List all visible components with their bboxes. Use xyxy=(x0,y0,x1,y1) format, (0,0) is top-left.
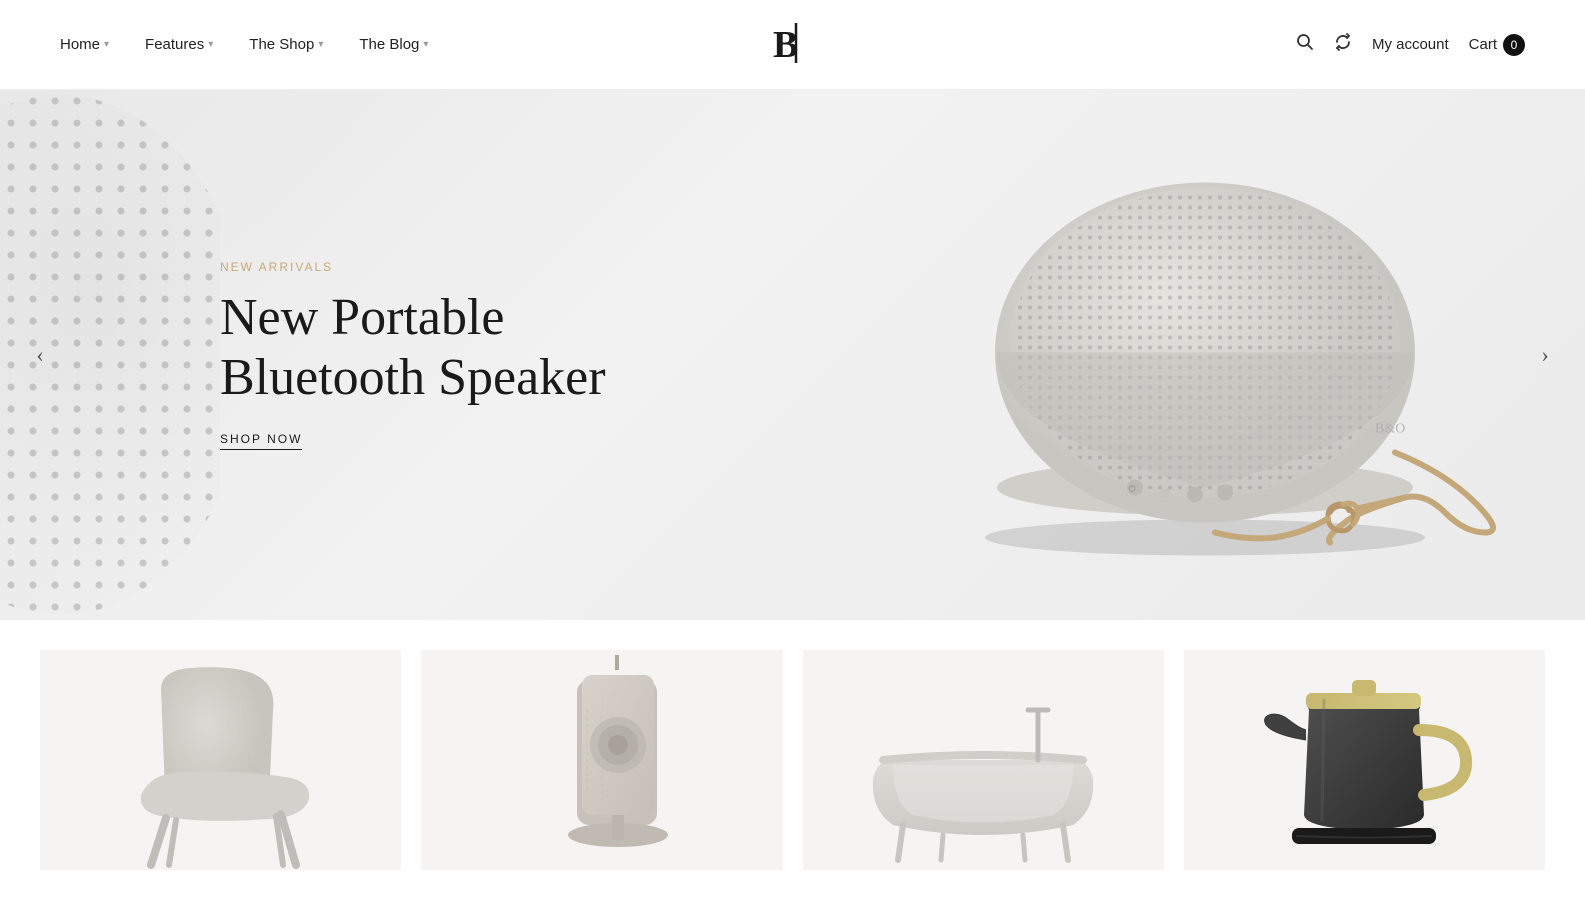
nav-features[interactable]: Features ▾ xyxy=(145,36,213,53)
product-card-chair[interactable] xyxy=(40,650,401,870)
refresh-icon[interactable] xyxy=(1334,33,1352,56)
search-icon[interactable] xyxy=(1296,33,1314,56)
cart-label: Cart xyxy=(1469,36,1497,53)
site-logo[interactable]: B xyxy=(768,15,818,75)
hero-content: NEW ARRIVALS New Portable Bluetooth Spea… xyxy=(0,260,666,450)
hero-title: New Portable Bluetooth Speaker xyxy=(220,288,606,408)
product-card-headphones[interactable] xyxy=(421,650,782,870)
carousel-prev-button[interactable]: ‹ xyxy=(20,335,60,375)
chevron-down-icon: ▾ xyxy=(208,39,213,50)
carousel-next-button[interactable]: › xyxy=(1525,335,1565,375)
products-grid xyxy=(0,620,1585,870)
svg-text:⏻: ⏻ xyxy=(1128,484,1135,494)
header-actions: My account Cart 0 xyxy=(1296,33,1525,56)
svg-text:B&O: B&O xyxy=(1375,422,1405,437)
chevron-down-icon: ▾ xyxy=(318,39,323,50)
chevron-down-icon: ▾ xyxy=(423,39,428,50)
my-account-link[interactable]: My account xyxy=(1372,36,1449,53)
svg-text:B: B xyxy=(773,24,798,66)
nav-the-blog[interactable]: The Blog ▾ xyxy=(359,36,428,53)
main-nav: Home ▾ Features ▾ The Shop ▾ The Blog ▾ xyxy=(60,36,428,53)
product-card-kettle[interactable] xyxy=(1184,650,1545,870)
nav-home[interactable]: Home ▾ xyxy=(60,36,109,53)
product-card-bath[interactable] xyxy=(803,650,1164,870)
nav-the-shop[interactable]: The Shop ▾ xyxy=(249,36,323,53)
hero-product-image: ⏻ B&O xyxy=(865,143,1525,568)
site-header: Home ▾ Features ▾ The Shop ▾ The Blog ▾ … xyxy=(0,0,1585,90)
cart-area[interactable]: Cart 0 xyxy=(1469,34,1525,56)
cart-count-badge: 0 xyxy=(1503,34,1525,56)
shop-now-button[interactable]: SHOP NOW xyxy=(220,432,302,450)
hero-tag: NEW ARRIVALS xyxy=(220,260,606,274)
chevron-down-icon: ▾ xyxy=(104,39,109,50)
hero-section: /* dots rendered below */ NEW ARRIVALS N… xyxy=(0,90,1585,620)
